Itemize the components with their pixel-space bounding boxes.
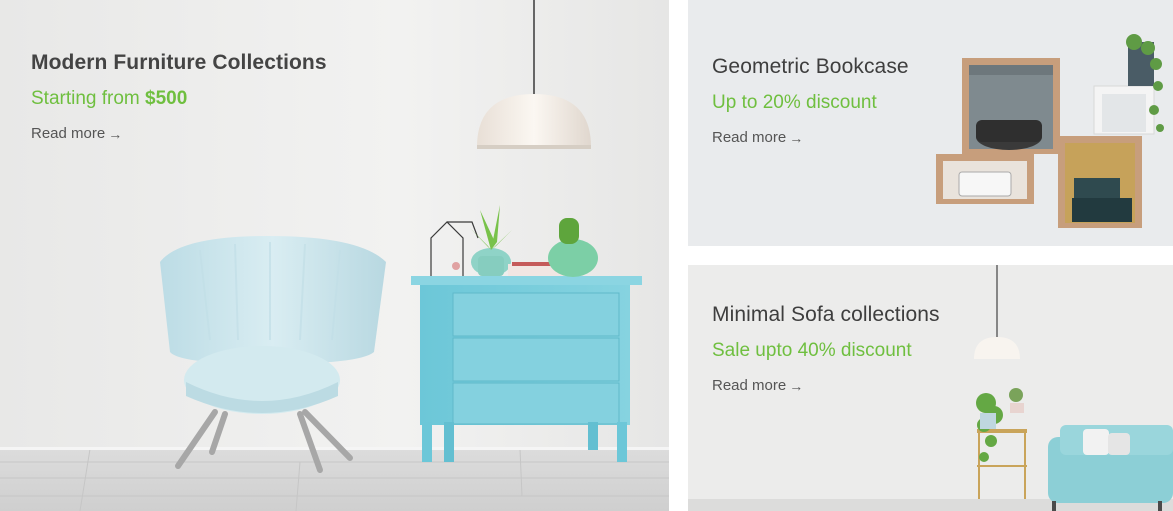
arrow-right-icon: → — [789, 129, 804, 146]
read-more-link[interactable]: Read more → — [712, 377, 803, 394]
banner-title: Modern Furniture Collections — [31, 51, 327, 74]
read-more-label: Read more — [712, 129, 787, 146]
banner-subtitle: Starting from $500 — [31, 88, 327, 110]
banner-title: Geometric Bookcase — [712, 55, 909, 78]
banner-subtitle: Sale upto 40% discount — [712, 340, 912, 361]
banner-geometric-bookcase[interactable]: Geometric Bookcase Up to 20% discount Re… — [688, 0, 1173, 246]
banner-modern-furniture[interactable]: Modern Furniture Collections Starting fr… — [0, 0, 669, 511]
read-more-link[interactable]: Read more → — [712, 129, 803, 146]
banner-subtitle: Up to 20% discount — [712, 92, 877, 113]
banner-minimal-sofa[interactable]: Minimal Sofa collections Sale upto 40% d… — [688, 265, 1173, 511]
arrow-right-icon: → — [789, 377, 804, 394]
subtitle-prefix: Starting from — [31, 88, 146, 109]
read-more-label: Read more — [31, 125, 106, 142]
price-highlight: $500 — [145, 88, 188, 109]
read-more-label: Read more — [712, 377, 787, 394]
banner-title: Minimal Sofa collections — [712, 303, 940, 326]
read-more-link[interactable]: Read more → — [31, 125, 122, 142]
arrow-right-icon: → — [108, 125, 123, 142]
